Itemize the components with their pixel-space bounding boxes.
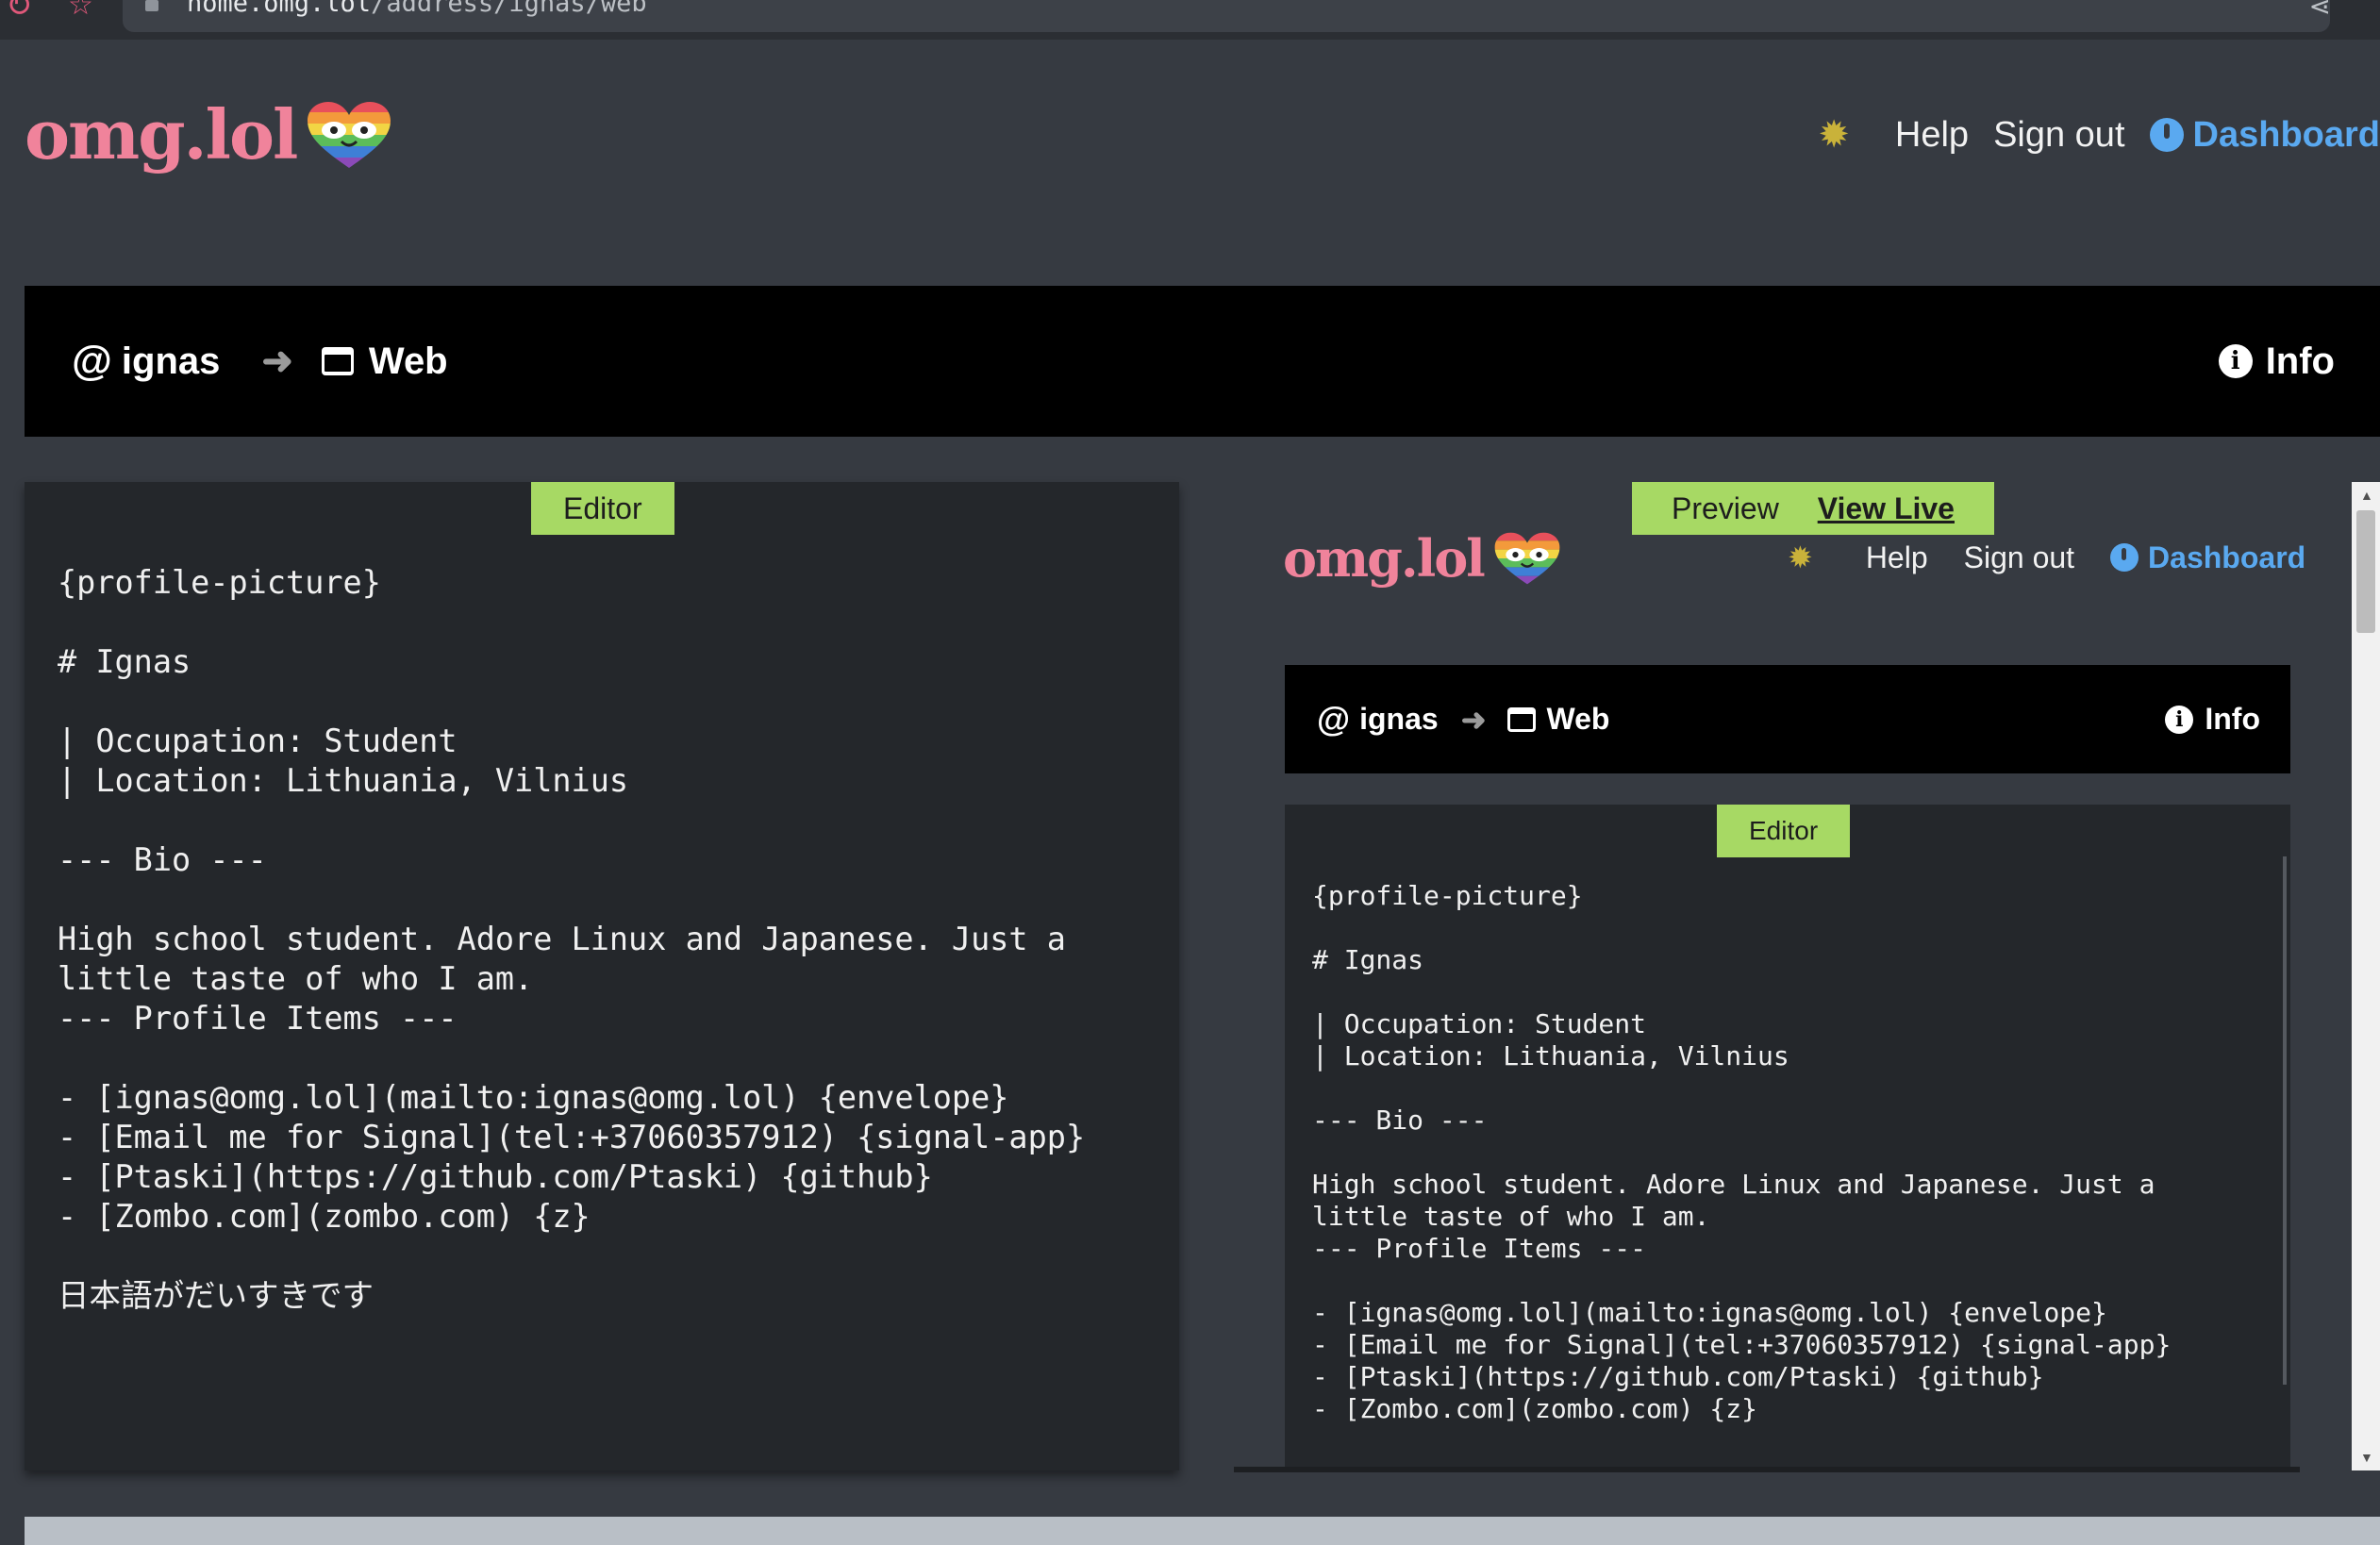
at-icon: @ xyxy=(72,338,112,384)
dashboard-icon xyxy=(2110,543,2139,572)
info-button[interactable]: i Info xyxy=(2218,340,2335,383)
info-icon: i xyxy=(2165,705,2194,734)
editor-tab: Editor xyxy=(531,482,674,535)
bookmark-icon[interactable]: ☆ xyxy=(68,0,93,22)
preview-breadcrumb: @ ignas ➜ Web i Info xyxy=(1285,665,2290,773)
preview-info-label: Info xyxy=(2205,702,2260,736)
preview-editor-panel: Editor {profile-picture} # Ignas | Occup… xyxy=(1285,805,2290,1470)
preview-breadcrumb-address: ignas xyxy=(1359,702,1439,736)
preview-logo: omg.lol xyxy=(1283,528,1561,589)
preview-logo-text: omg.lol xyxy=(1283,528,1486,589)
sun-icon: ✹ xyxy=(1788,540,1813,574)
preview-scrollbar[interactable]: ▲ ▼ xyxy=(2352,482,2380,1470)
lock-icon xyxy=(145,0,158,11)
help-link[interactable]: Help xyxy=(1895,115,1969,156)
preview-editor-tab: Editor xyxy=(1717,805,1851,857)
editor-textarea[interactable]: {profile-picture} # Ignas | Occupation: … xyxy=(58,563,1085,1316)
scroll-up-icon[interactable]: ▲ xyxy=(2360,488,2373,503)
scroll-thumb[interactable] xyxy=(2356,510,2375,633)
window-icon xyxy=(1506,706,1536,732)
preview-editor-text: {profile-picture} # Ignas | Occupation: … xyxy=(1312,880,2172,1424)
site-logo[interactable]: omg.lol xyxy=(25,94,392,174)
window-icon xyxy=(321,347,354,375)
logo-text: omg.lol xyxy=(25,94,298,174)
dashboard-label: Dashboard xyxy=(2192,114,2380,155)
arrow-right-icon: ➜ xyxy=(261,341,293,382)
preview-label: Preview xyxy=(1672,491,1779,525)
info-icon: i xyxy=(2218,344,2253,378)
preview-shadow xyxy=(1234,1467,2300,1472)
top-nav: ✹ Help Sign out Dashboard xyxy=(1818,113,2380,157)
share-icon[interactable]: ⋖ xyxy=(2309,0,2331,22)
dashboard-icon xyxy=(2149,118,2184,152)
footer-strip xyxy=(25,1517,2380,1545)
reload-icon[interactable]: ↻ xyxy=(6,0,33,25)
preview-help-link: Help xyxy=(1865,540,1928,574)
preview-inner-scrollbar xyxy=(2283,856,2287,1385)
rainbow-heart-icon xyxy=(308,101,391,168)
preview-info: i Info xyxy=(2165,702,2260,737)
browser-toolbar: ↻ ☆ home.omg.lol/address/ignas/web ⋖ xyxy=(0,0,2380,40)
preview-sign-out-link: Sign out xyxy=(1963,540,2075,574)
sun-icon[interactable]: ✹ xyxy=(1818,113,1850,157)
at-icon: @ xyxy=(1317,699,1351,739)
breadcrumb-section: Web xyxy=(368,340,448,382)
breadcrumb-address[interactable]: ignas xyxy=(122,341,220,383)
info-label: Info xyxy=(2265,340,2335,382)
url-text[interactable]: home.omg.lol/address/ignas/web xyxy=(187,0,647,18)
dashboard-link[interactable]: Dashboard xyxy=(2149,114,2380,156)
breadcrumb: @ ignas ➜ Web i Info xyxy=(25,286,2380,437)
preview-nav: ✹ Help Sign out Dashboard xyxy=(1788,540,2305,575)
arrow-right-icon: ➜ xyxy=(1460,702,1487,737)
rainbow-heart-icon xyxy=(1494,532,1560,585)
preview-dashboard-link: Dashboard xyxy=(2110,540,2305,575)
preview-tab: Preview View Live xyxy=(1632,482,1994,535)
view-live-link[interactable]: View Live xyxy=(1818,491,1955,525)
preview-breadcrumb-section: Web xyxy=(1546,702,1610,736)
sign-out-link[interactable]: Sign out xyxy=(1993,115,2124,156)
editor-panel[interactable]: Editor {profile-picture} # Ignas | Occup… xyxy=(25,482,1179,1470)
scroll-down-icon[interactable]: ▼ xyxy=(2360,1450,2373,1465)
preview-dashboard-label: Dashboard xyxy=(2148,540,2306,574)
